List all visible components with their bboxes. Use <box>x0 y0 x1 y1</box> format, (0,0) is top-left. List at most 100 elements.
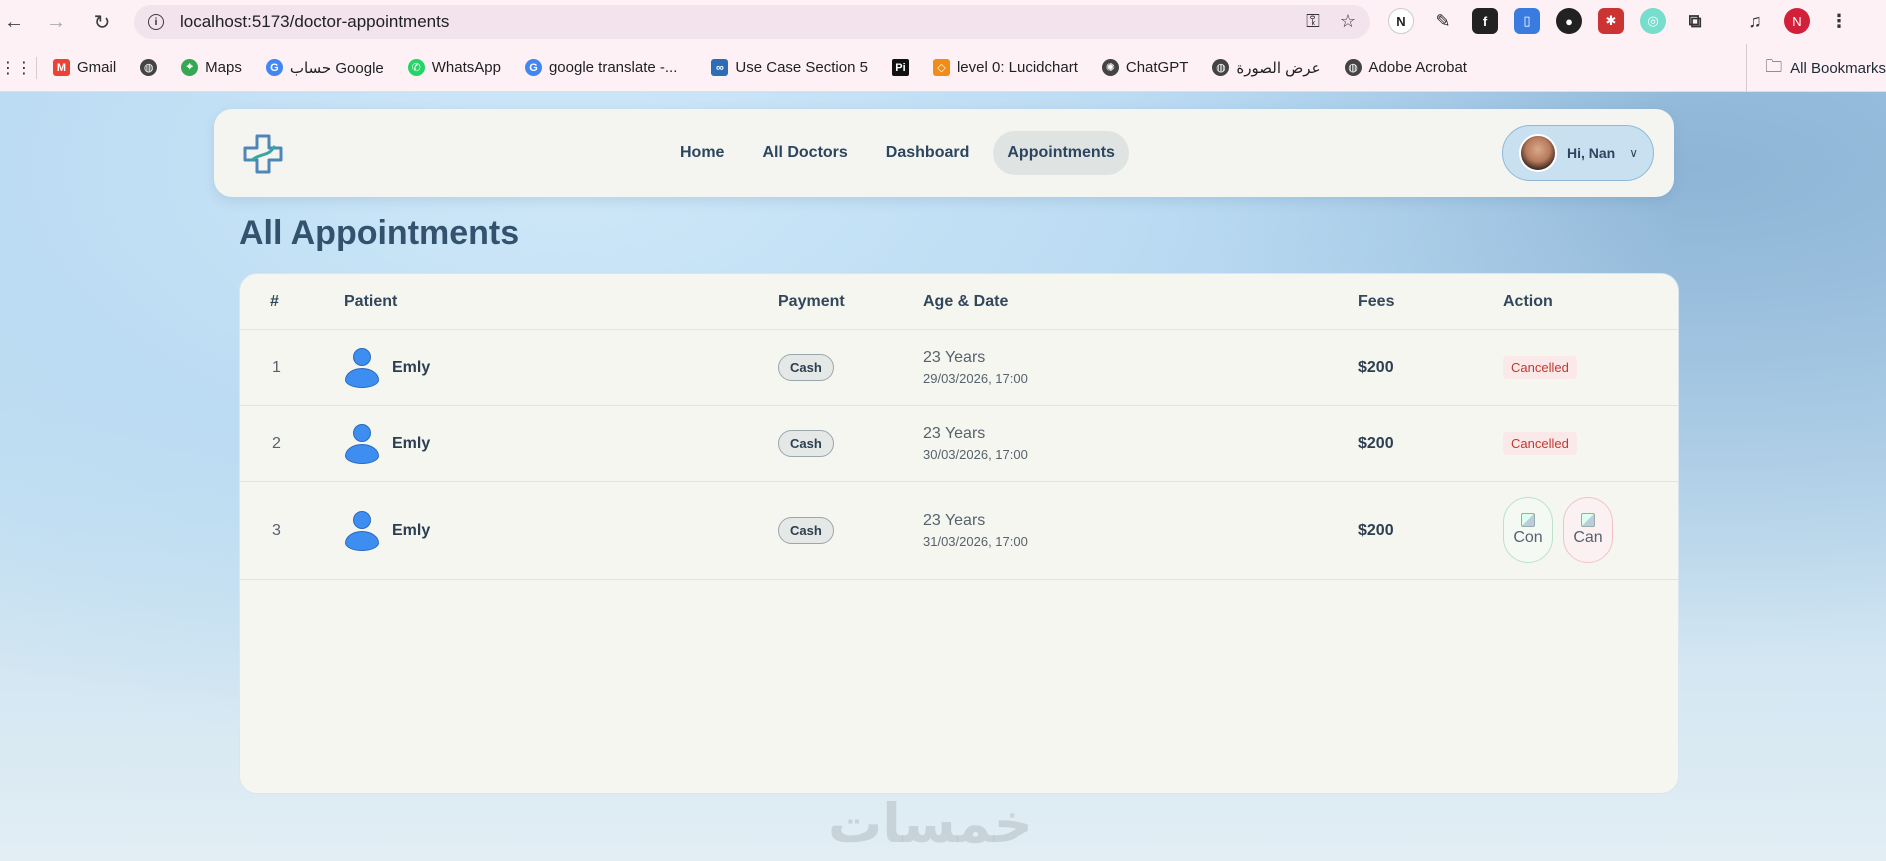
patient-age: 23 Years <box>923 512 986 529</box>
payment-badge: Cash <box>778 354 834 381</box>
all-bookmarks[interactable]: 🗀 All Bookmarks <box>1746 44 1886 92</box>
globe-icon: ◍ <box>1344 59 1362 76</box>
patient-age: 23 Years <box>923 425 986 442</box>
puzzle-extension-icon[interactable]: ⧉ <box>1682 8 1708 34</box>
header-age-date: Age & Date <box>923 293 1009 310</box>
age-date-cell: 23 Years 31/03/2026, 17:00 <box>923 512 1028 549</box>
bookmark-divider <box>36 56 37 79</box>
bookmark-gmail[interactable]: M Gmail <box>53 59 116 76</box>
bookmark-google-account[interactable]: G حساب Google <box>265 59 384 77</box>
header-num: # <box>270 293 279 310</box>
table-row: 2 Emly Cash 23 Years 30/03/2026, 17:00 $… <box>240 406 1678 482</box>
chevron-down-icon: ∨ <box>1629 146 1639 160</box>
user-avatar <box>1519 134 1557 172</box>
bookmark-whatsapp[interactable]: ✆ WhatsApp <box>407 59 501 76</box>
bookmark-pi[interactable]: Pi <box>891 59 909 76</box>
record-extension-icon[interactable]: ● <box>1556 8 1582 34</box>
page-title: All Appointments <box>239 214 520 252</box>
bug-extension-icon[interactable]: ✱ <box>1598 8 1624 34</box>
bookmark-maps[interactable]: ⌖ Maps <box>181 59 242 76</box>
user-menu[interactable]: Hi, Nan ∨ <box>1502 125 1654 181</box>
patient-name: Emly <box>392 359 431 376</box>
forward-arrow-icon[interactable]: → <box>42 8 70 36</box>
bookmark-icon: ∞ <box>711 59 729 76</box>
maps-icon: ⌖ <box>181 59 199 76</box>
globe-icon: ◍ <box>140 59 158 76</box>
bookmark-globe-1[interactable]: ◍ <box>140 59 158 76</box>
payment-badge: Cash <box>778 517 834 544</box>
browser-toolbar: ← → ↻ i localhost:5173/doctor-appointmen… <box>0 0 1886 44</box>
patient-cell: Emly <box>344 424 430 464</box>
profile-avatar[interactable]: N <box>1784 8 1810 34</box>
user-greeting: Hi, Nan <box>1567 145 1616 161</box>
pi-icon: Pi <box>891 59 909 76</box>
watermark-logo: خمسات <box>828 792 1033 855</box>
medical-cross-logo-icon[interactable] <box>242 133 284 175</box>
reload-icon[interactable]: ↻ <box>88 8 116 36</box>
header-payment: Payment <box>778 293 845 310</box>
apps-grid-icon[interactable]: ⋮⋮ <box>0 58 32 78</box>
nav-dashboard[interactable]: Dashboard <box>872 131 984 175</box>
nav-home[interactable]: Home <box>666 131 738 175</box>
row-number: 2 <box>272 435 281 452</box>
bookmark-google-translate[interactable]: Ggoogle translate -... <box>524 59 677 76</box>
globe-icon: ◍ <box>1212 59 1230 76</box>
site-info-icon[interactable]: i <box>148 14 164 30</box>
patient-cell: Emly <box>344 348 430 388</box>
header-fees: Fees <box>1358 293 1395 310</box>
bookmark-lucidchart[interactable]: ◇ level 0: Lucidchart <box>932 59 1078 76</box>
fees-value: $200 <box>1358 359 1394 376</box>
patient-cell: Emly <box>344 511 430 551</box>
row-number: 1 <box>272 359 281 376</box>
status-badge: Cancelled <box>1503 432 1577 455</box>
notion-extension-icon[interactable]: N <box>1388 8 1414 34</box>
folder-icon: 🗀 <box>1765 56 1783 76</box>
user-avatar-icon <box>344 511 380 551</box>
fees-value: $200 <box>1358 435 1394 452</box>
key-icon[interactable]: ⚿ <box>1306 11 1320 32</box>
status-badge: Cancelled <box>1503 356 1577 379</box>
bookmark-chatgpt[interactable]: ✺ ChatGPT <box>1101 59 1188 76</box>
url-text: localhost:5173/doctor-appointments <box>180 12 450 31</box>
nav-appointments[interactable]: Appointments <box>993 131 1129 175</box>
google-icon: G <box>524 59 542 76</box>
fees-value: $200 <box>1358 522 1394 539</box>
cancel-appointment-button[interactable]: Can <box>1563 497 1613 563</box>
nav-all-doctors[interactable]: All Doctors <box>748 131 861 175</box>
bookmark-adobe-acrobat[interactable]: ◍ Adobe Acrobat <box>1344 59 1467 76</box>
age-date-cell: 23 Years 29/03/2026, 17:00 <box>923 349 1028 386</box>
app-page: Home All Doctors Dashboard Appointments … <box>0 92 1886 861</box>
back-arrow-icon[interactable]: ← <box>0 8 28 36</box>
google-icon: G <box>265 59 283 76</box>
phone-extension-icon[interactable]: ▯ <box>1514 8 1540 34</box>
gmail-icon: M <box>53 59 70 76</box>
user-avatar-icon <box>344 348 380 388</box>
bookmark-image-view[interactable]: ◍ عرض الصورة <box>1212 59 1321 77</box>
star-icon[interactable]: ☆ <box>1340 11 1356 32</box>
appointment-date: 30/03/2026, 17:00 <box>923 447 1028 462</box>
appointment-date: 29/03/2026, 17:00 <box>923 371 1028 386</box>
lucidchart-icon: ◇ <box>932 59 950 76</box>
appointments-table: # Patient Payment Age & Date Fees Action… <box>239 273 1679 794</box>
eyedropper-extension-icon[interactable]: ✎ <box>1430 8 1456 34</box>
bookmark-use-case[interactable]: ∞ Use Case Section 5 <box>711 59 868 76</box>
target-extension-icon[interactable]: ◎ <box>1640 8 1666 34</box>
top-navbar: Home All Doctors Dashboard Appointments … <box>214 109 1674 197</box>
table-row: 3 Emly Cash 23 Years 31/03/2026, 17:00 $… <box>240 482 1678 580</box>
broken-image-icon <box>1581 513 1595 527</box>
chatgpt-icon: ✺ <box>1101 59 1119 76</box>
header-patient: Patient <box>344 293 398 310</box>
patient-name: Emly <box>392 435 431 452</box>
confirm-appointment-button[interactable]: Con <box>1503 497 1553 563</box>
patient-name: Emly <box>392 522 431 539</box>
whatsapp-icon: ✆ <box>407 59 425 76</box>
kebab-menu-icon[interactable]: ⋮ <box>1826 8 1852 34</box>
media-control-icon[interactable]: ♫ <box>1742 8 1768 34</box>
payment-badge: Cash <box>778 430 834 457</box>
fonts-extension-icon[interactable]: f <box>1472 8 1498 34</box>
main-menu: Home All Doctors Dashboard Appointments <box>666 131 1129 175</box>
row-number: 3 <box>272 522 281 539</box>
address-bar[interactable]: i localhost:5173/doctor-appointments ⚿ ☆ <box>134 5 1370 39</box>
table-row: 1 Emly Cash 23 Years 29/03/2026, 17:00 $… <box>240 330 1678 406</box>
broken-image-icon <box>1521 513 1535 527</box>
